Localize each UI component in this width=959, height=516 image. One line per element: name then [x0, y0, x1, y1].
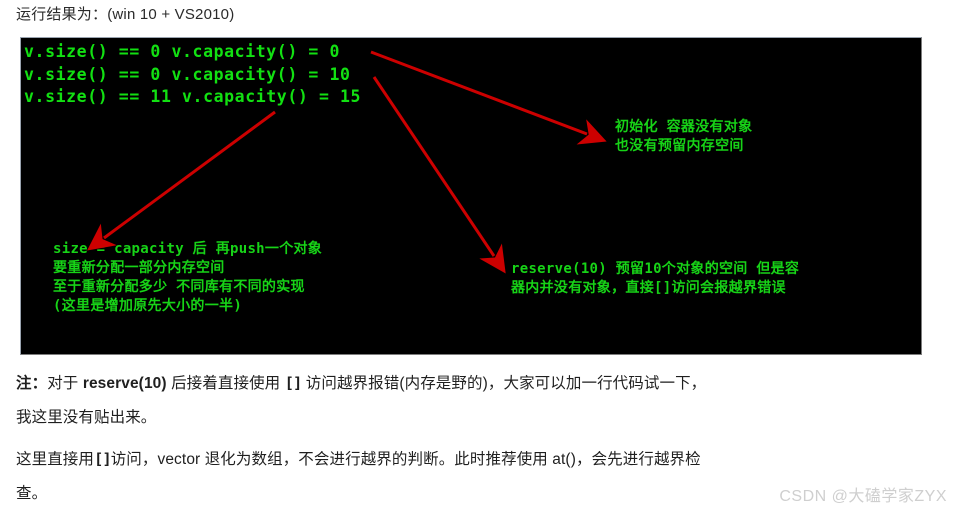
- note-label: 注：: [16, 375, 48, 392]
- note-p1-part1: 对于: [47, 375, 83, 392]
- note-p1-line2: 我这里没有贴出来。: [16, 409, 157, 426]
- console-output-text: v.size() == 0 v.capacity() = 0 v.size() …: [24, 42, 362, 106]
- annotation-initialization: 初始化 容器没有对象 也没有预留内存空间: [615, 119, 753, 154]
- note-p1-part3: 访问越界报错(内存是野的)，大家可以加一行代码试一下，: [301, 375, 707, 392]
- annotation-growth: size = capacity 后 再push一个对象 要重新分配一部分内存空间…: [53, 241, 323, 314]
- note-p2-brackets: []: [94, 450, 112, 468]
- note-p1-brackets: []: [284, 374, 303, 392]
- note-p2-part2: 访问，vector 退化为数组，不会进行越界的判断。此时推荐使用 at()，会先…: [110, 451, 701, 468]
- note-p2-part1: 这里直接用: [16, 451, 95, 468]
- intro-text: 运行结果为：(win 10 + VS2010): [16, 6, 235, 23]
- annotation-reserve: reserve(10) 预留10个对象的空间 但是容 器内并没有对象，直接[]访…: [511, 261, 800, 296]
- note-p1-part2: 后接着直接使用: [166, 375, 285, 392]
- arrow-to-growth-note: [87, 110, 276, 251]
- note-p1-reserve-call: reserve(10): [82, 375, 167, 392]
- arrow-to-init-note: [370, 50, 607, 145]
- arrow-to-reserve-note: [372, 76, 506, 274]
- csdn-watermark: CSDN @大磕学家ZYX: [779, 488, 947, 505]
- console-screenshot: v.size() == 0 v.capacity() = 0 v.size() …: [20, 37, 922, 355]
- note-paragraph-1: 注：对于 reserve(10) 后接着直接使用 [] 访问越界报错(内存是野的…: [16, 373, 946, 428]
